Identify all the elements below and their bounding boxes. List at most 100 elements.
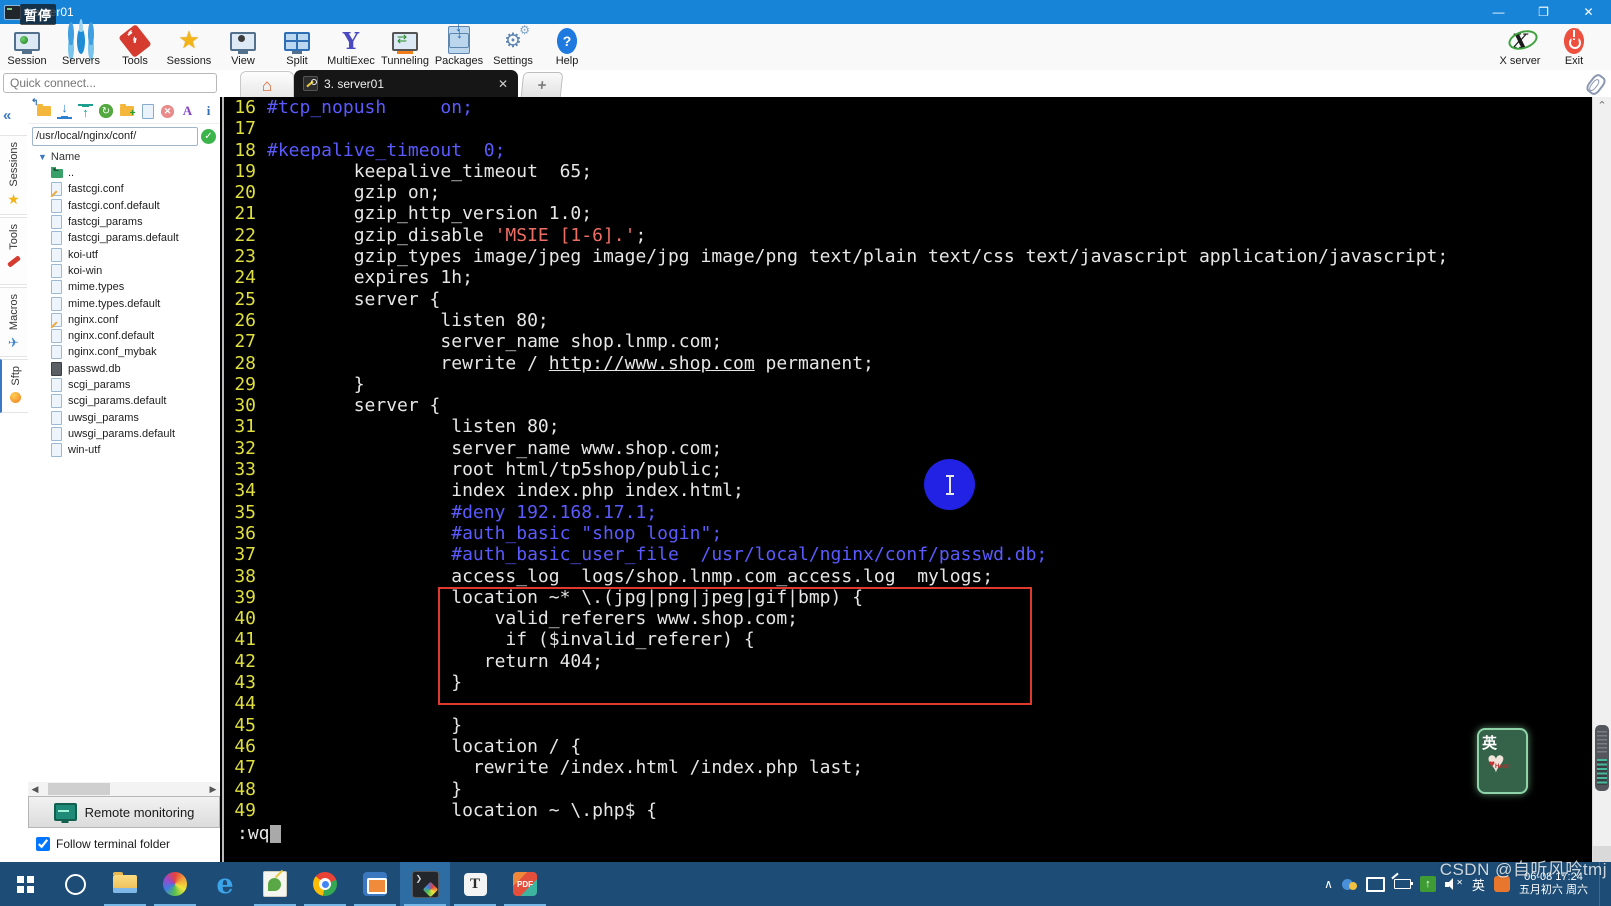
tray-upload-icon[interactable]: ↑ [1419,876,1436,892]
toolbar-multiexec-button[interactable]: Y MultiExec [324,24,378,70]
sidebar-tab-tools[interactable]: Tools [0,217,27,285]
toolbar-xserver-button[interactable]: X X server [1493,24,1547,70]
file-row[interactable]: mime.types [28,279,220,295]
line-number: 19 [234,160,256,182]
line-code: root html/tp5shop/public; [267,459,723,481]
taskbar-browser-sphere-button[interactable] [150,862,200,906]
file-row[interactable]: mime.types.default [28,295,220,311]
taskbar-edge-button[interactable]: e [200,862,250,906]
file-name: scgi_params.default [68,395,167,408]
sidebar-tab-sftp[interactable]: Sftp [0,359,29,413]
rename-icon[interactable]: A [180,103,195,119]
new-tab-button[interactable]: + [520,72,564,98]
attachment-icon[interactable] [1584,71,1608,98]
file-row[interactable]: uwsgi_params.default [28,426,220,442]
line-code: server { [267,395,441,417]
follow-terminal-checkbox[interactable] [36,837,50,851]
toolbar-tunneling-button[interactable]: Tunneling [378,24,432,70]
file-list-header[interactable]: ▼ Name [28,148,220,165]
file-row[interactable]: scgi_params [28,377,220,393]
delete-icon[interactable]: ✕ [161,104,174,118]
remote-monitoring-button[interactable]: Remote monitoring [28,796,220,828]
tray-battery-icon[interactable] [1393,879,1413,889]
taskbar-explorer-button[interactable] [100,862,150,906]
close-button[interactable]: ✕ [1566,0,1611,24]
file-row[interactable]: koi-utf [28,246,220,262]
terminal-scrollbar-thumb[interactable] [1595,725,1609,791]
tab-close-icon[interactable]: ✕ [498,77,508,91]
line-code: gzip_types image/jpeg image/jpg image/pn… [267,246,1449,268]
toolbar-split-button[interactable]: Split [270,24,324,70]
maximize-button[interactable]: ❐ [1521,0,1566,24]
new-folder-icon[interactable]: + [119,104,136,119]
file-row[interactable]: passwd.db [28,361,220,377]
terminal-scrollbar[interactable]: ⌃ [1592,97,1611,862]
quick-connect-input[interactable] [3,73,217,93]
horizontal-scrollbar[interactable]: ◀ ▶ [28,782,220,796]
scroll-right-icon[interactable]: ▶ [206,784,220,795]
file-row[interactable]: uwsgi_params [28,409,220,425]
taskbar-image-viewer-button[interactable] [250,862,300,906]
file-row[interactable]: fastcgi.conf.default [28,198,220,214]
file-row[interactable]: fastcgi.conf [28,181,220,198]
toolbar-servers-button[interactable]: Servers [54,24,108,70]
info-icon[interactable]: i [201,103,216,119]
line-code: index index.php index.html; [267,480,744,502]
file-name: passwd.db [68,362,121,375]
file-row[interactable]: fastcgi_params [28,214,220,230]
toolbar-view-button[interactable]: View [216,24,270,70]
file-row[interactable]: nginx.conf_mybak [28,344,220,360]
sidebar-star-icon: ★ [7,190,20,207]
download-icon[interactable]: ↓ [57,101,72,119]
line-number: 42 [234,650,256,672]
toolbar-tools-button[interactable]: Tools [108,23,162,70]
terminal-line: 47 rewrite /index.html /index.php last; [220,757,1593,778]
scroll-up-icon[interactable]: ⌃ [1593,99,1611,112]
terminal[interactable]: 16 #tcp_nopush on; 17 18 #keepalive_timeout … [220,97,1593,862]
scrollbar-thumb[interactable] [48,783,110,795]
toolbar-sessions-button[interactable]: ★ Sessions [162,24,216,70]
parent-dir-icon[interactable]: ↰ [31,97,51,119]
file-row[interactable]: nginx.conf.default [28,328,220,344]
scroll-left-icon[interactable]: ◀ [28,784,42,795]
file-name: nginx.conf [68,313,119,326]
taskbar-cortana-button[interactable] [50,862,100,906]
image-viewer-icon [263,871,287,897]
go-path-icon[interactable]: ✓ [201,128,216,144]
line-number: 24 [234,267,256,289]
taskbar-mobaxterm-button[interactable] [400,862,450,906]
taskbar-start-button[interactable] [0,862,50,906]
sidebar-tab-macros[interactable]: Macros ✈ [0,287,27,357]
taskbar-pdf-reader-button[interactable]: PDF [500,862,550,906]
file-name: mime.types [68,281,125,294]
new-file-icon[interactable] [140,103,155,119]
toolbar-session-button[interactable]: Session [0,24,54,70]
taskbar-vmware-button[interactable] [350,862,400,906]
tray-cloud-icon[interactable] [1341,878,1357,890]
toolbar-packages-button[interactable]: Packages [432,18,486,70]
file-row[interactable]: win-utf [28,442,220,458]
sftp-path-input[interactable] [32,126,198,146]
sidebar-tab-sessions[interactable]: Sessions ★ [0,135,27,215]
toolbar-help-button[interactable]: ? Help [540,24,594,70]
file-row[interactable]: scgi_params.default [28,393,220,409]
toolbar-exit-button[interactable]: Exit [1547,24,1601,70]
toolbar-settings-button[interactable]: ⚙Settings [486,24,540,70]
file-row[interactable]: nginx.conf [28,312,220,329]
ime-skin-badge: 英 ♥ ♥ Heart [1477,728,1528,794]
collapse-sidebar-icon[interactable]: « [3,107,11,124]
minimize-button[interactable]: — [1476,0,1521,24]
sftp-toolbar: ↰ ↓ ↑ ↻ + ✕ Ai [28,97,220,124]
taskbar-typora-button[interactable]: T [450,862,500,906]
tray-chevron-up-icon[interactable]: ∧ [1324,877,1333,891]
home-tab[interactable]: ⌂ [240,71,294,98]
split-icon [284,28,310,54]
file-row[interactable]: .. [28,165,220,181]
tab-server01[interactable]: 3. server01 ✕ [294,70,518,97]
file-row[interactable]: fastcgi_params.default [28,230,220,246]
tray-display-icon[interactable] [1365,876,1385,892]
upload-icon[interactable]: ↑ [78,103,93,119]
file-row[interactable]: koi-win [28,263,220,279]
refresh-icon[interactable]: ↻ [99,104,113,118]
taskbar-chrome-button[interactable] [300,862,350,906]
